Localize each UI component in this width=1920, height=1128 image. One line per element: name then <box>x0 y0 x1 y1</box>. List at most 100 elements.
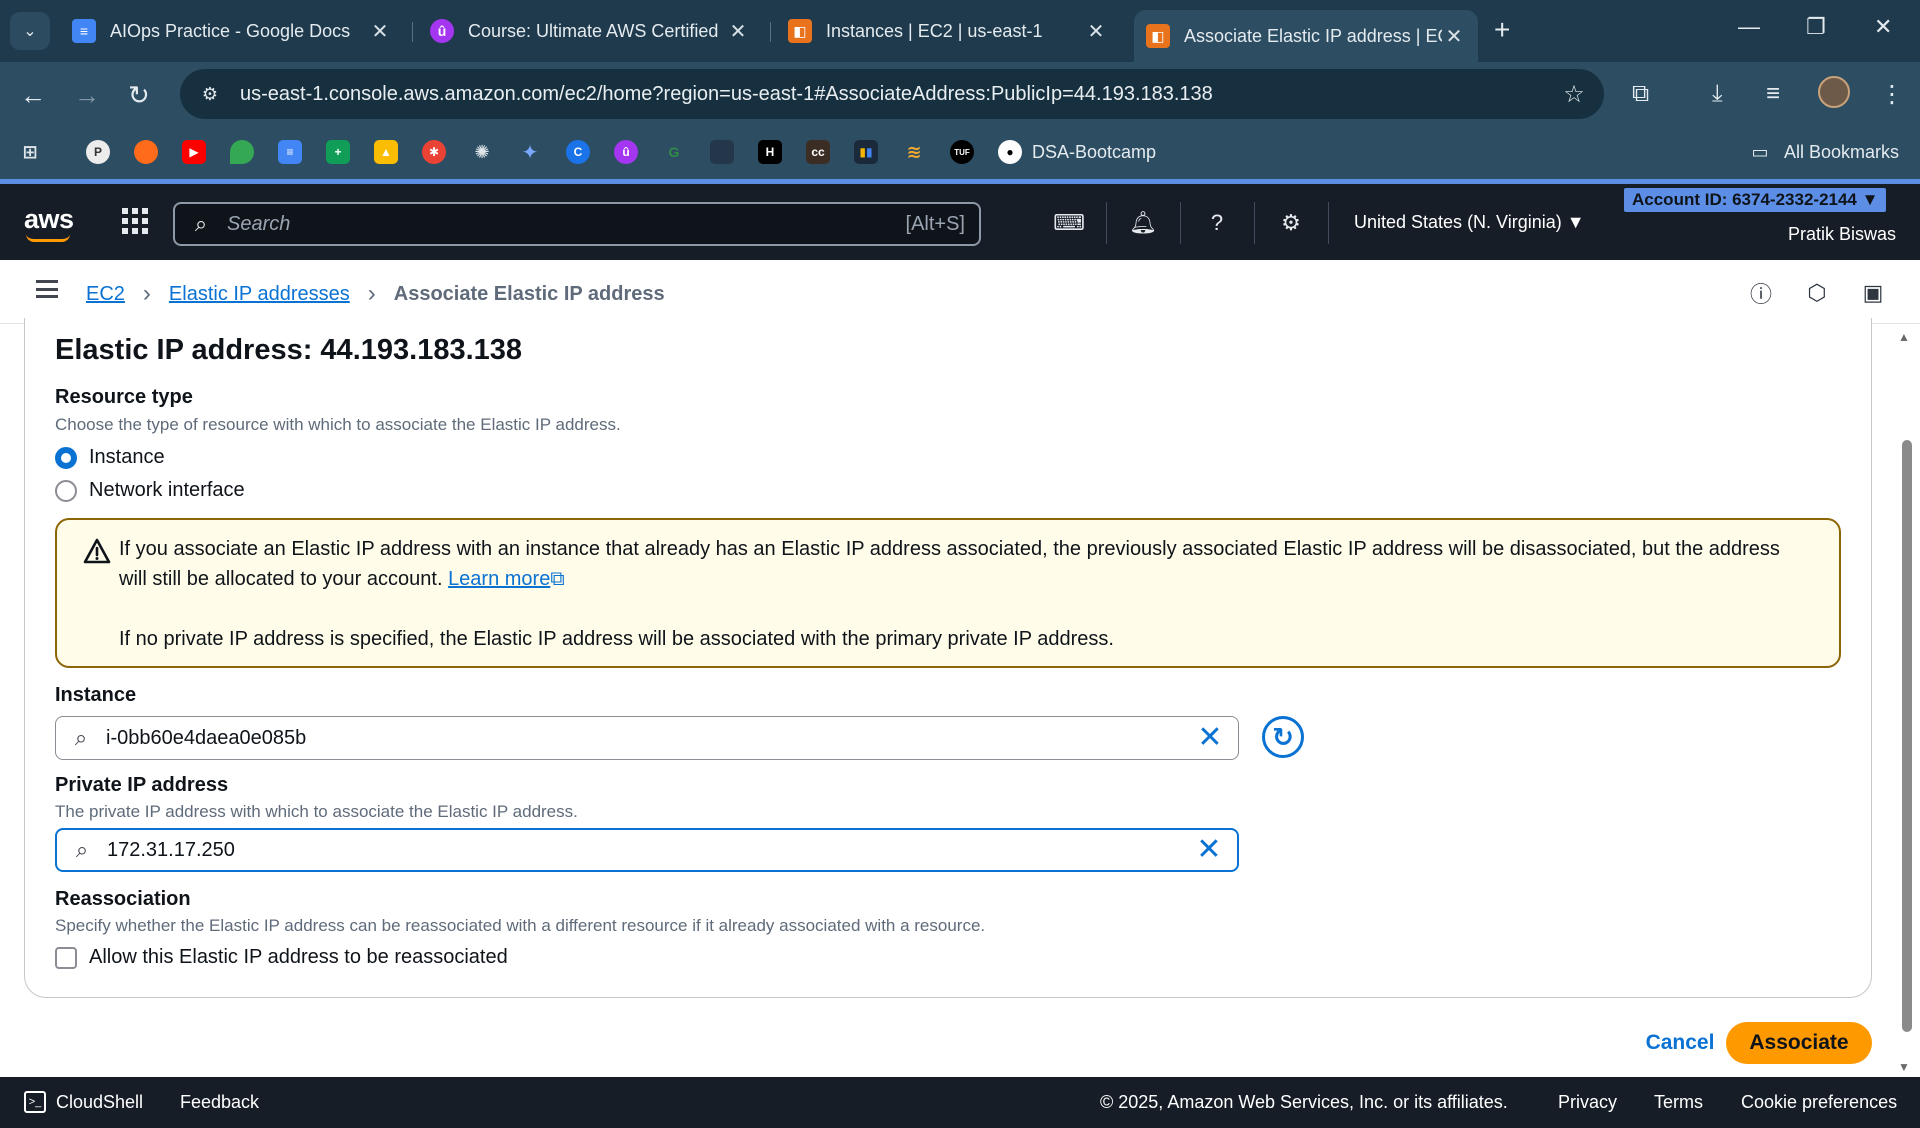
chatgpt-icon[interactable]: ✺ <box>470 140 494 164</box>
bookmark-c-icon[interactable]: C <box>566 140 590 164</box>
cancel-button[interactable]: Cancel <box>1620 1022 1740 1064</box>
minimize-icon[interactable]: — <box>1738 14 1760 40</box>
google-docs-icon[interactable]: ≡ <box>278 140 302 164</box>
associate-button[interactable]: Associate <box>1726 1022 1872 1064</box>
cookie-preferences-link[interactable]: Cookie preferences <box>1741 1092 1897 1113</box>
instance-value[interactable]: i-0bb60e4daea0e085b <box>106 727 1182 750</box>
privacy-link[interactable]: Privacy <box>1558 1092 1617 1113</box>
google-photos-icon[interactable]: ✱ <box>422 140 446 164</box>
nav-divider <box>1180 202 1181 244</box>
apps-grid-icon[interactable]: ⊞ <box>18 140 42 164</box>
tab-ec2-instances[interactable]: ◧ Instances | EC2 | us-east-1 ✕ <box>776 10 1120 52</box>
reassociation-checkbox-row[interactable]: Allow this Elastic IP address to be reas… <box>55 946 508 969</box>
clear-icon[interactable]: ✕ <box>1182 723 1238 753</box>
cloudshell-icon[interactable]: >_ <box>24 1091 46 1113</box>
udemy-icon[interactable]: û <box>614 140 638 164</box>
close-icon[interactable]: ✕ <box>1084 19 1108 44</box>
bookmark-star-icon[interactable]: ☆ <box>1544 80 1604 109</box>
region-selector[interactable]: United States (N. Virginia) ▼ <box>1354 212 1585 233</box>
stackoverflow-icon[interactable]: ≋ <box>902 140 926 164</box>
back-arrow-icon[interactable]: ← <box>20 80 46 111</box>
restore-window-icon[interactable]: ❐ <box>1806 14 1826 40</box>
radio-instance[interactable]: Instance <box>55 446 165 469</box>
tab-udemy-course[interactable]: û Course: Ultimate AWS Certified ✕ <box>418 10 762 52</box>
radio-button-checked[interactable] <box>55 446 77 469</box>
google-drive-icon[interactable]: ▲ <box>374 140 398 164</box>
new-tab-plus-icon[interactable]: + <box>1494 14 1510 46</box>
hackerrank-icon[interactable]: H <box>758 140 782 164</box>
maps-icon[interactable] <box>230 140 254 164</box>
bookmark-dark-icon[interactable] <box>710 140 734 164</box>
external-link-icon[interactable]: ⧉ <box>550 568 564 590</box>
close-icon[interactable]: ✕ <box>1442 24 1466 49</box>
tab-search-chevron-icon[interactable]: ⌄ <box>10 12 50 50</box>
scroll-down-arrow-icon[interactable]: ▼ <box>1898 1060 1910 1074</box>
forward-arrow-icon[interactable]: → <box>74 80 100 111</box>
clear-icon[interactable]: ✕ <box>1181 835 1237 865</box>
downloads-icon[interactable]: ⤓ <box>1712 80 1723 108</box>
cloudshell-button[interactable]: CloudShell <box>56 1092 143 1113</box>
display-preferences-icon[interactable]: ▣ <box>1858 278 1888 308</box>
instance-input[interactable]: ⌕ i-0bb60e4daea0e085b ✕ <box>55 716 1239 760</box>
private-ip-value[interactable]: 172.31.17.250 <box>107 839 1181 862</box>
breadcrumb-elastic-ip-addresses[interactable]: Elastic IP addresses <box>169 283 350 306</box>
profile-avatar[interactable] <box>1818 76 1850 108</box>
instance-label: Instance <box>55 684 137 706</box>
info-icon[interactable]: ⓘ <box>1746 278 1776 308</box>
aws-logo-smile <box>26 234 70 242</box>
tab-google-docs[interactable]: ≡ AIOps Practice - Google Docs ✕ <box>60 10 404 52</box>
url-text[interactable]: us-east-1.console.aws.amazon.com/ec2/hom… <box>240 83 1544 106</box>
google-sheets-icon[interactable]: + <box>326 140 350 164</box>
aws-footer: >_ CloudShell Feedback © 2025, Amazon We… <box>0 1077 1920 1128</box>
takeuforward-icon[interactable]: TUF <box>950 140 974 164</box>
checkbox-label: Allow this Elastic IP address to be reas… <box>89 946 508 968</box>
youtube-icon[interactable]: ▶ <box>182 140 206 164</box>
reassociation-checkbox[interactable] <box>55 946 77 969</box>
bookmark-fire-icon[interactable] <box>134 140 158 164</box>
close-icon[interactable]: ✕ <box>726 19 750 44</box>
close-window-icon[interactable]: ✕ <box>1874 14 1892 40</box>
browser-toolbar: ← → ↻ ⚙ us-east-1.console.aws.amazon.com… <box>0 62 1920 128</box>
geeksforgeeks-icon[interactable]: G <box>662 140 686 164</box>
account-id-badge[interactable]: Account ID: 6374-2332-2144 ▼ <box>1624 188 1887 212</box>
codechef-icon[interactable]: cc <box>806 140 830 164</box>
side-nav-menu-icon[interactable] <box>36 280 58 298</box>
account-user-name[interactable]: Pratik Biswas <box>1788 224 1896 245</box>
terms-link[interactable]: Terms <box>1654 1092 1703 1113</box>
settings-gear-icon[interactable]: ⚙ <box>1276 208 1306 238</box>
github-icon[interactable]: ● <box>998 140 1022 164</box>
services-grid-icon[interactable] <box>122 208 148 234</box>
hexagon-settings-icon[interactable]: ⬡ <box>1802 278 1832 308</box>
gemini-icon[interactable]: ✦ <box>518 140 542 164</box>
search-shortcut-hint: [Alt+S] <box>905 212 965 235</box>
reload-icon[interactable]: ↻ <box>128 80 150 111</box>
media-control-icon[interactable]: ≡ <box>1766 80 1780 108</box>
breadcrumb-ec2[interactable]: EC2 <box>86 283 125 306</box>
close-icon[interactable]: ✕ <box>368 19 392 44</box>
radio-button[interactable] <box>55 479 77 502</box>
scrollbar-thumb[interactable] <box>1902 440 1912 1032</box>
nav-divider <box>1254 202 1255 244</box>
aws-logo[interactable]: aws <box>24 204 74 235</box>
feedback-button[interactable]: Feedback <box>180 1092 259 1113</box>
more-menu-icon[interactable]: ⋮ <box>1880 80 1904 109</box>
refresh-icon[interactable]: ↻ <box>1262 716 1304 758</box>
private-ip-input[interactable]: ⌕ 172.31.17.250 ✕ <box>55 828 1239 872</box>
alert-message-text: If you associate an Elastic IP address w… <box>119 538 1780 590</box>
nav-divider <box>1106 202 1107 244</box>
bookmark-chart-icon[interactable]: ▮ ▮ <box>854 140 878 164</box>
radio-network-interface[interactable]: Network interface <box>55 479 245 502</box>
help-icon[interactable]: ? <box>1202 208 1232 238</box>
notifications-bell-icon[interactable]: 🔔︎ <box>1128 208 1158 238</box>
tab-associate-elastic-ip[interactable]: ◧ Associate Elastic IP address | EC ✕ <box>1134 10 1478 62</box>
scroll-up-arrow-icon[interactable]: ▲ <box>1898 330 1910 344</box>
bookmark-dsa-bootcamp[interactable]: DSA-Bootcamp <box>1032 142 1156 163</box>
extensions-icon[interactable]: ⧉ <box>1632 80 1649 108</box>
cloudshell-icon[interactable]: ⌨ <box>1053 208 1085 238</box>
learn-more-link[interactable]: Learn more <box>448 568 550 590</box>
bookmark-p-icon[interactable]: P <box>86 140 110 164</box>
address-bar[interactable]: ⚙ us-east-1.console.aws.amazon.com/ec2/h… <box>180 69 1604 119</box>
site-info-icon[interactable]: ⚙ <box>180 84 240 105</box>
aws-search-input[interactable]: ⌕ Search [Alt+S] <box>173 202 981 246</box>
all-bookmarks-button[interactable]: All Bookmarks <box>1784 142 1899 163</box>
